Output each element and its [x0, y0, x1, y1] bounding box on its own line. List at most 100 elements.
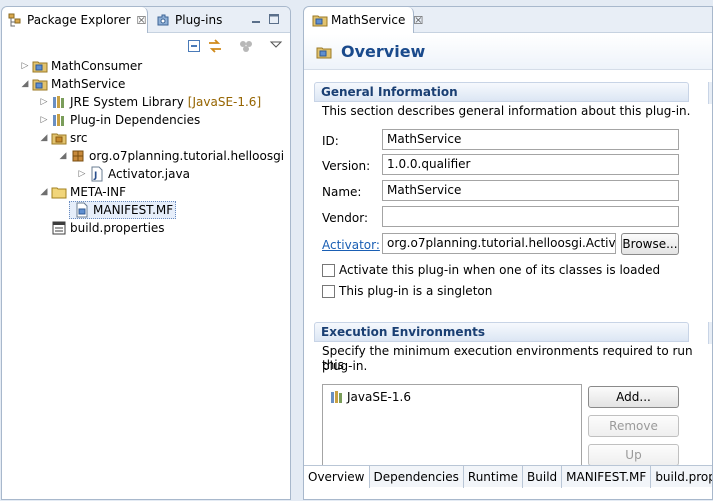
collapse-arrow-icon[interactable]: ◢: [39, 133, 49, 143]
expand-arrow-icon[interactable]: ▷: [77, 169, 87, 179]
tree-item-label: MANIFEST.MF: [93, 203, 174, 217]
section-execution-environments[interactable]: Execution Environments: [314, 322, 689, 342]
tree-item-mathservice[interactable]: ◢ MathService: [20, 75, 126, 93]
minimize-icon[interactable]: [250, 13, 262, 25]
tree-item-label: build.properties: [70, 221, 165, 235]
tab-package-explorer[interactable]: Package Explorer ☒: [2, 7, 148, 33]
activate-checkbox[interactable]: [322, 263, 335, 277]
tab-mathservice-label: MathService: [331, 13, 406, 27]
id-field[interactable]: MathService: [382, 129, 679, 150]
tree-item-label: META-INF: [70, 185, 127, 199]
tree-item-mathconsumer[interactable]: ▷ MathConsumer: [20, 57, 143, 75]
clipped-section-header: [708, 82, 712, 104]
up-button[interactable]: Up: [588, 444, 679, 466]
focus-icon: [238, 38, 254, 54]
tab-package-explorer-label: Package Explorer: [27, 13, 131, 27]
manifest-editor: MathService ☒ Overview General Informati…: [303, 6, 713, 500]
singleton-checkbox[interactable]: [322, 284, 335, 298]
tree-item-plugin-dependencies[interactable]: ▷ Plug-in Dependencies: [39, 111, 201, 129]
editor-tab-bar: MathService ☒: [304, 7, 712, 33]
plugin-manifest-icon: [312, 12, 328, 28]
manifest-icon: [74, 202, 90, 218]
add-button[interactable]: Add...: [588, 386, 679, 408]
tree-item-label: MathConsumer: [51, 59, 143, 73]
version-field[interactable]: 1.0.0.qualifier: [382, 154, 679, 175]
name-label: Name:: [322, 185, 362, 199]
remove-button[interactable]: Remove: [588, 415, 679, 437]
vendor-label: Vendor:: [322, 211, 368, 225]
tree-item-src[interactable]: ◢ src: [39, 129, 88, 147]
selected-node[interactable]: MANIFEST.MF: [69, 201, 177, 219]
tab-manifest-mf[interactable]: MANIFEST.MF: [562, 466, 652, 488]
tree-item-label: src: [70, 131, 88, 145]
tab-overview[interactable]: Overview: [304, 466, 370, 488]
activate-checkbox-row[interactable]: Activate this plug-in when one of its cl…: [322, 263, 660, 277]
tab-plug-ins-label: Plug-ins: [175, 13, 223, 27]
library-icon: [51, 94, 67, 110]
list-item-label: JavaSE-1.6: [347, 390, 411, 404]
tree-item-manifest[interactable]: MANIFEST.MF: [69, 201, 177, 219]
tree-item-label: org.o7planning.tutorial.helloosgi: [89, 149, 285, 163]
maximize-icon[interactable]: [268, 13, 280, 25]
collapse-arrow-icon[interactable]: ◢: [58, 151, 68, 161]
package-explorer-view: Package Explorer ☒ Plug-ins ▷ MathConsum…: [1, 6, 291, 500]
tree-item-build-properties[interactable]: build.properties: [49, 219, 165, 237]
svg-text:J: J: [93, 171, 97, 181]
environments-list[interactable]: JavaSE-1.6: [322, 384, 582, 466]
version-label: Version:: [322, 159, 371, 173]
list-item[interactable]: JavaSE-1.6: [329, 389, 411, 405]
environment-icon: [329, 389, 345, 405]
section-title: General Information: [321, 85, 458, 99]
editor-page-tabs: Overview Dependencies Runtime Build MANI…: [304, 465, 712, 488]
close-icon[interactable]: ☒: [413, 14, 423, 27]
expand-arrow-icon[interactable]: ▷: [39, 97, 49, 107]
section-description-continued: plug-in.: [322, 359, 368, 373]
form-header: Overview: [304, 34, 712, 70]
activator-field[interactable]: org.o7planning.tutorial.helloosgi.Activa…: [382, 233, 616, 254]
tree-item-jre-library[interactable]: ▷ JRE System Library [JavaSE-1.6]: [39, 93, 262, 111]
tree-item-package[interactable]: ◢ org.o7planning.tutorial.helloosgi: [58, 147, 285, 165]
browse-button[interactable]: Browse...: [621, 233, 679, 255]
section-description: This section describes general informati…: [322, 104, 691, 118]
activator-link[interactable]: Activator:: [322, 238, 380, 252]
properties-file-icon: [51, 220, 67, 236]
tab-dependencies[interactable]: Dependencies: [370, 466, 464, 488]
collapse-all-icon[interactable]: [186, 38, 202, 54]
tab-mathservice[interactable]: MathService ☒: [304, 7, 423, 33]
plug-in-icon: [156, 13, 170, 27]
tree-item-meta-inf-label[interactable]: ◢ META-INF: [39, 183, 127, 201]
tree-item-activator-java[interactable]: ▷ J Activator.java: [77, 165, 190, 183]
tab-plug-ins[interactable]: Plug-ins: [150, 7, 242, 33]
collapse-arrow-icon[interactable]: ◢: [20, 79, 30, 89]
expand-arrow-icon[interactable]: ▷: [39, 115, 49, 125]
vendor-field[interactable]: [382, 206, 679, 227]
page-title: Overview: [341, 42, 426, 61]
section-title: Execution Environments: [321, 325, 485, 339]
id-label: ID:: [322, 134, 339, 148]
link-with-editor-icon[interactable]: [207, 38, 223, 54]
plugin-project-icon: [32, 58, 48, 74]
plugin-project-icon: [32, 76, 48, 92]
collapse-arrow-icon[interactable]: ◢: [39, 187, 49, 197]
section-general-information[interactable]: General Information: [314, 82, 689, 102]
tab-build[interactable]: Build: [523, 466, 563, 488]
package-explorer-icon: [8, 13, 22, 27]
tree-item-label: JRE System Library: [70, 95, 184, 109]
view-tab-bar: Package Explorer ☒ Plug-ins: [2, 7, 290, 33]
singleton-checkbox-row[interactable]: This plug-in is a singleton: [322, 284, 492, 298]
clipped-section-header: [708, 322, 712, 344]
tree-item-meta-inf[interactable]: ◢ ◢: [20, 183, 48, 201]
package-icon: [70, 148, 86, 164]
expand-arrow-icon[interactable]: ▷: [20, 61, 30, 71]
section-description: Specify the minimum execution environmen…: [322, 344, 693, 372]
library-icon: [51, 112, 67, 128]
name-field[interactable]: MathService: [382, 180, 679, 201]
tab-build-properties[interactable]: build.properties: [651, 466, 712, 488]
tree-item-label: Plug-in Dependencies: [70, 113, 201, 127]
tree-item-label: MathService: [51, 77, 126, 91]
close-icon[interactable]: ☒: [137, 14, 147, 27]
view-menu-icon[interactable]: [268, 36, 284, 52]
plugin-overview-icon: [316, 44, 332, 60]
tab-runtime[interactable]: Runtime: [464, 466, 524, 488]
activate-checkbox-label: Activate this plug-in when one of its cl…: [339, 263, 661, 277]
